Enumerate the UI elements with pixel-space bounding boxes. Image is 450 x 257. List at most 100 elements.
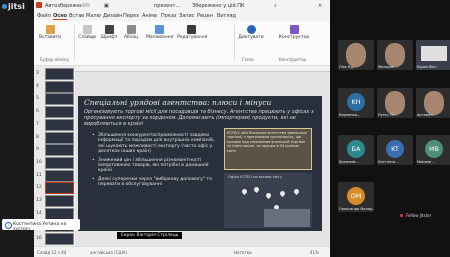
avatar: MB — [425, 140, 443, 158]
powerpoint-icon — [36, 2, 42, 8]
tab-design[interactable]: Дизайн — [103, 13, 122, 19]
map-pin-icon — [292, 187, 301, 196]
slide-thumbnail[interactable] — [45, 233, 74, 246]
slide-canvas: Спеціальні урядові агентства: плюси і мі… — [78, 96, 322, 231]
slide-thumb-number: 11 — [36, 172, 42, 178]
participant-tile[interactable]: MB Моїсеєв ... — [416, 135, 450, 165]
slide-info-box: ЄСТЕО: або Японське агентство зовнішньої… — [224, 128, 312, 170]
autosave-toggle[interactable] — [82, 3, 90, 7]
slide-bullets: Збільшення конкурентоспроможності завдяк… — [92, 133, 217, 191]
slide-thumbnail[interactable] — [45, 195, 74, 207]
tab-view[interactable]: Вигляд — [217, 13, 236, 19]
participant-tile[interactable]: Артемен... — [416, 88, 450, 118]
map-pin-icon — [252, 185, 261, 194]
language-status[interactable]: англійська (США) — [90, 250, 127, 255]
self-name: Fellow Jitster — [406, 213, 432, 218]
slide-thumbnail[interactable] — [45, 106, 74, 119]
ppt-titlebar: Автозбереження ▣ презент... Збережено у … — [34, 0, 330, 11]
slide-thumb-number: 13 — [36, 198, 42, 203]
tab-insert[interactable]: Встав — [69, 13, 84, 19]
slide-thumb-number: 4 — [36, 83, 39, 89]
avatar: OM — [347, 187, 365, 205]
slide-thumb-number: 5 — [36, 96, 39, 102]
shapes-icon — [154, 25, 164, 34]
participant-name: Моїсеєв ... — [417, 160, 436, 164]
notification-toast[interactable]: i Костянтина Уетина на зустріч — [2, 219, 80, 232]
map-pin-icon — [264, 191, 273, 200]
dictate-button[interactable]: Диктувати — [238, 25, 264, 40]
slide-title: Спеціальні урядові агентства: плюси і мі… — [84, 98, 272, 107]
screen-share-caption: Екран Вікторія Стрілець — [117, 232, 183, 239]
notes-button[interactable]: Нотатки — [234, 250, 252, 255]
slide-thumb-number: 14 — [36, 210, 42, 216]
participant-name: Артемен... — [417, 113, 437, 117]
designer-icon — [289, 25, 299, 34]
paste-button[interactable]: Вставити — [39, 25, 61, 40]
close-icon[interactable]: ✕ — [318, 3, 322, 9]
video-feed — [346, 43, 366, 67]
editing-button[interactable]: Редагування — [177, 25, 207, 40]
tab-file[interactable]: Файл — [37, 13, 51, 19]
paragraph-icon — [126, 25, 136, 34]
participant-tile[interactable]: БА Брежнев... — [338, 135, 374, 165]
slide-thumbnail[interactable] — [45, 182, 74, 195]
participant-name: Костянти... — [378, 160, 399, 164]
paste-icon — [45, 25, 55, 34]
tab-review[interactable]: Рецен — [197, 13, 213, 19]
participant-name: Карпенко... — [339, 113, 361, 117]
slide-thumb-number: 6 — [36, 109, 39, 115]
slide-thumbnail[interactable] — [45, 169, 74, 182]
drawing-button[interactable]: Малювання — [146, 25, 173, 40]
mic-off-icon — [400, 214, 403, 217]
zoom-level[interactable]: 41% — [310, 250, 319, 255]
participant-tile[interactable]: Пугач Ле... — [377, 88, 413, 118]
bullet-item: Деякі суперечки через "вибіркову допомог… — [92, 177, 217, 188]
ribbon: Вставити Слайди Шрифт Абзац Малювання Ре… — [34, 21, 330, 66]
find-icon — [186, 25, 196, 34]
avatar: БА — [347, 140, 365, 158]
video-feed — [424, 91, 444, 115]
slide-thumbnail[interactable] — [45, 118, 74, 131]
slide-thumbnail[interactable] — [45, 207, 74, 220]
slide-thumbnail[interactable] — [45, 68, 74, 80]
participant-name: Мелория ... — [378, 65, 399, 69]
tab-record[interactable]: Запис — [179, 13, 195, 19]
ppt-statusbar: Слайд 12 з 44 англійська (США) Нотатки 4… — [34, 246, 330, 257]
slide-thumb-number: 8 — [36, 134, 39, 140]
slide-thumb-number: 3 — [36, 71, 39, 76]
slide-thumb-number: 9 — [36, 147, 39, 153]
slide-thumb-number: 12 — [36, 185, 42, 191]
participant-name: Брежнев... — [339, 160, 359, 164]
self-view[interactable]: Fellow Jitster — [330, 208, 440, 226]
tab-draw[interactable]: Малю — [86, 13, 101, 19]
participant-tile[interactable]: Ліза Кур... — [338, 40, 374, 70]
search-icon[interactable]: ⌕ — [274, 3, 277, 9]
slides-button[interactable]: Слайди — [78, 25, 96, 40]
slide-thumbnail[interactable] — [45, 131, 74, 144]
slide-thumbnail[interactable] — [45, 156, 74, 169]
save-icon[interactable]: ▣ — [104, 3, 109, 9]
slide-thumbnail[interactable] — [45, 93, 74, 106]
avatar: KT — [386, 140, 404, 158]
paragraph-button[interactable]: Абзац — [122, 25, 140, 40]
participant-tile[interactable]: Мелория ... — [377, 40, 413, 70]
slide-thumbnail[interactable] — [45, 144, 74, 157]
bullet-item: Знижений цін і збільшення різноманітност… — [92, 158, 217, 174]
font-button[interactable]: Шрифт — [100, 25, 118, 40]
saved-status: Збережено у цій ПК — [192, 3, 245, 9]
designer-button[interactable]: Конструктор — [278, 25, 310, 40]
participant-tile[interactable]: KT Костянти... — [377, 135, 413, 165]
participant-tile[interactable]: Екран Вікт — [416, 40, 450, 70]
tab-home[interactable]: Осно — [53, 13, 68, 20]
info-icon: i — [5, 222, 12, 229]
ribbon-tabs: Файл Осно Встав Малю Дизайн Перех Аніма … — [34, 11, 330, 21]
slide-thumbnail[interactable] — [45, 80, 74, 93]
participant-tile[interactable]: KH Карпенко... — [338, 88, 374, 118]
participant-name: Пугач Ле... — [378, 113, 398, 117]
jitsi-logo-icon — [2, 4, 7, 9]
slide-subtitle: Організовують торгові місії для посадовц… — [84, 109, 314, 127]
font-icon — [104, 25, 114, 34]
tab-transitions[interactable]: Перех — [123, 13, 139, 19]
tab-animations[interactable]: Аніма — [142, 13, 157, 19]
tab-slideshow[interactable]: Показ — [161, 13, 177, 19]
